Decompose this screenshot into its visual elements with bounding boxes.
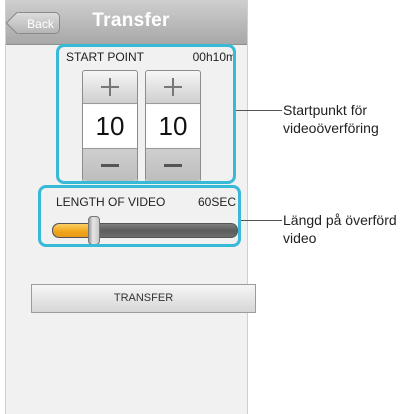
transfer-button[interactable]: TRANSFER: [31, 284, 256, 313]
length-caption-line-1: Längd på överförd: [283, 212, 397, 228]
video-length-highlight: [38, 185, 241, 247]
start-point-leader-line: [236, 110, 282, 111]
page-title: Transfer: [92, 10, 170, 31]
back-button[interactable]: Back: [15, 12, 60, 34]
length-caption: Längd på överförd video: [283, 211, 397, 247]
length-caption-line-2: video: [283, 230, 317, 246]
start-point-caption: Startpunkt för videoöverföring: [283, 101, 379, 137]
back-button-label: Back: [27, 17, 54, 31]
start-point-caption-line-2: videoöverföring: [283, 120, 379, 136]
start-point-highlight: [56, 44, 236, 184]
start-point-caption-line-1: Startpunkt för: [283, 102, 368, 118]
title-bar: Back Transfer: [6, 0, 247, 45]
length-leader-line: [241, 220, 282, 221]
